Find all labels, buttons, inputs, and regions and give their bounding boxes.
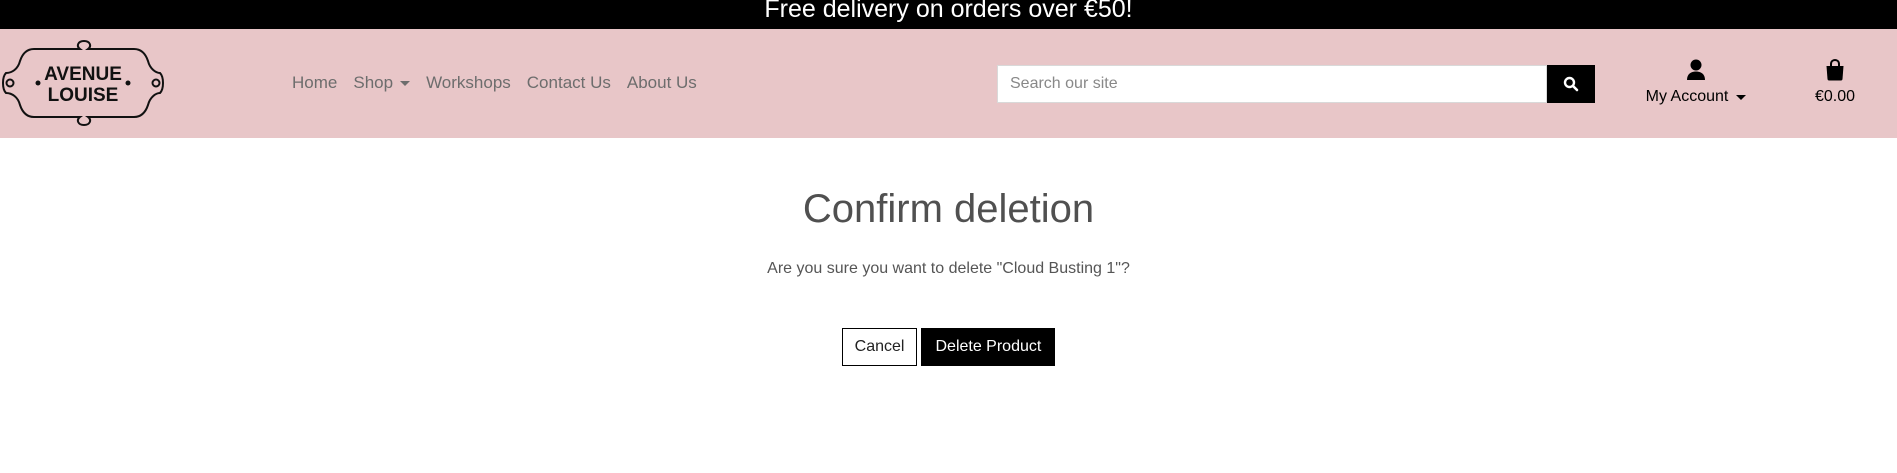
promo-banner-text: Free delivery on orders over €50! bbox=[764, 0, 1133, 23]
confirmation-message: Are you sure you want to delete "Cloud B… bbox=[767, 260, 1130, 277]
logo[interactable]: AVENUE LOUISE bbox=[0, 37, 166, 129]
nav-home[interactable]: Home bbox=[292, 73, 337, 93]
search-icon bbox=[1563, 76, 1579, 92]
logo-line-2: LOUISE bbox=[48, 85, 119, 106]
bag-total: €0.00 bbox=[1814, 88, 1856, 105]
site-header: AVENUE LOUISE Home Shop Workshops Contac… bbox=[0, 29, 1897, 138]
logo-line-1: AVENUE bbox=[44, 64, 122, 85]
nav-workshops[interactable]: Workshops bbox=[426, 73, 511, 93]
chevron-down-icon bbox=[400, 80, 411, 86]
search-bar bbox=[997, 65, 1595, 103]
delete-confirmation: Confirm deletion Are you sure you want t… bbox=[0, 138, 1897, 366]
action-buttons: Cancel Delete Product bbox=[0, 328, 1897, 366]
promo-banner: Free delivery on orders over €50! bbox=[0, 0, 1897, 29]
shopping-bag-icon bbox=[1826, 58, 1844, 81]
search-button[interactable] bbox=[1547, 65, 1595, 103]
cancel-button[interactable]: Cancel bbox=[841, 328, 918, 366]
account-label-row: My Account bbox=[1636, 88, 1756, 106]
delete-product-button[interactable]: Delete Product bbox=[921, 328, 1056, 366]
main-nav: Home Shop Workshops Contact Us About Us bbox=[292, 73, 713, 93]
user-icon bbox=[1687, 59, 1705, 80]
search-input[interactable] bbox=[997, 65, 1547, 103]
nav-contact[interactable]: Contact Us bbox=[527, 73, 611, 93]
shopping-bag[interactable]: €0.00 bbox=[1800, 58, 1870, 106]
nav-about[interactable]: About Us bbox=[627, 73, 697, 93]
nav-shop-label: Shop bbox=[353, 73, 394, 92]
account-menu[interactable]: My Account bbox=[1636, 59, 1756, 106]
nav-shop[interactable]: Shop bbox=[353, 73, 411, 93]
account-label: My Account bbox=[1645, 88, 1729, 105]
chevron-down-icon bbox=[1736, 94, 1747, 100]
page-title: Confirm deletion bbox=[802, 187, 1095, 231]
